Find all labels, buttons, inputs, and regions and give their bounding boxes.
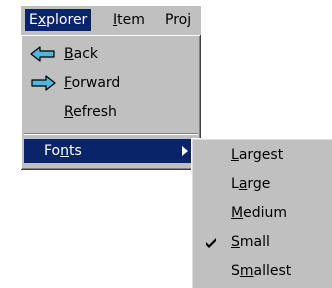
submenu-item-label: Large xyxy=(231,176,271,192)
forward-arrow-icon xyxy=(31,75,56,91)
explorer-dropdown-menu: Back Forward Refresh Fonts xyxy=(21,35,201,170)
menu-bar: Explorer Item Proj xyxy=(21,6,201,35)
menu-item-label: Forward xyxy=(64,75,121,91)
submenu-item-large[interactable]: Large xyxy=(194,171,332,197)
menubar-explorer[interactable]: Explorer xyxy=(25,9,92,31)
fonts-submenu: Largest Large Medium Small Smallest xyxy=(191,138,332,288)
submenu-item-label: Largest xyxy=(231,147,284,163)
screenshot-canvas: Explorer Item Proj Back Forward Refresh … xyxy=(0,0,332,288)
menu-item-label: Refresh xyxy=(64,104,117,120)
menu-item-label: Fonts xyxy=(44,143,82,159)
checkmark-icon xyxy=(206,238,216,248)
submenu-item-label: Smallest xyxy=(231,263,292,279)
menu-separator xyxy=(24,133,198,135)
menu-item-back[interactable]: Back xyxy=(24,42,198,66)
submenu-arrow-icon xyxy=(182,146,188,156)
menu-item-refresh[interactable]: Refresh xyxy=(24,100,198,124)
menubar-item[interactable]: Item xyxy=(109,9,149,31)
submenu-item-largest[interactable]: Largest xyxy=(194,142,332,168)
submenu-item-label: Medium xyxy=(231,205,287,221)
menu-item-label: Back xyxy=(64,46,98,62)
submenu-item-small[interactable]: Small xyxy=(194,229,332,255)
menubar-proj[interactable]: Proj xyxy=(161,9,195,31)
menu-item-forward[interactable]: Forward xyxy=(24,71,198,95)
back-arrow-icon xyxy=(30,46,55,62)
submenu-item-smallest[interactable]: Smallest xyxy=(194,258,332,284)
submenu-item-medium[interactable]: Medium xyxy=(194,200,332,226)
menu-item-fonts[interactable]: Fonts xyxy=(24,139,198,163)
submenu-item-label: Small xyxy=(231,234,270,250)
